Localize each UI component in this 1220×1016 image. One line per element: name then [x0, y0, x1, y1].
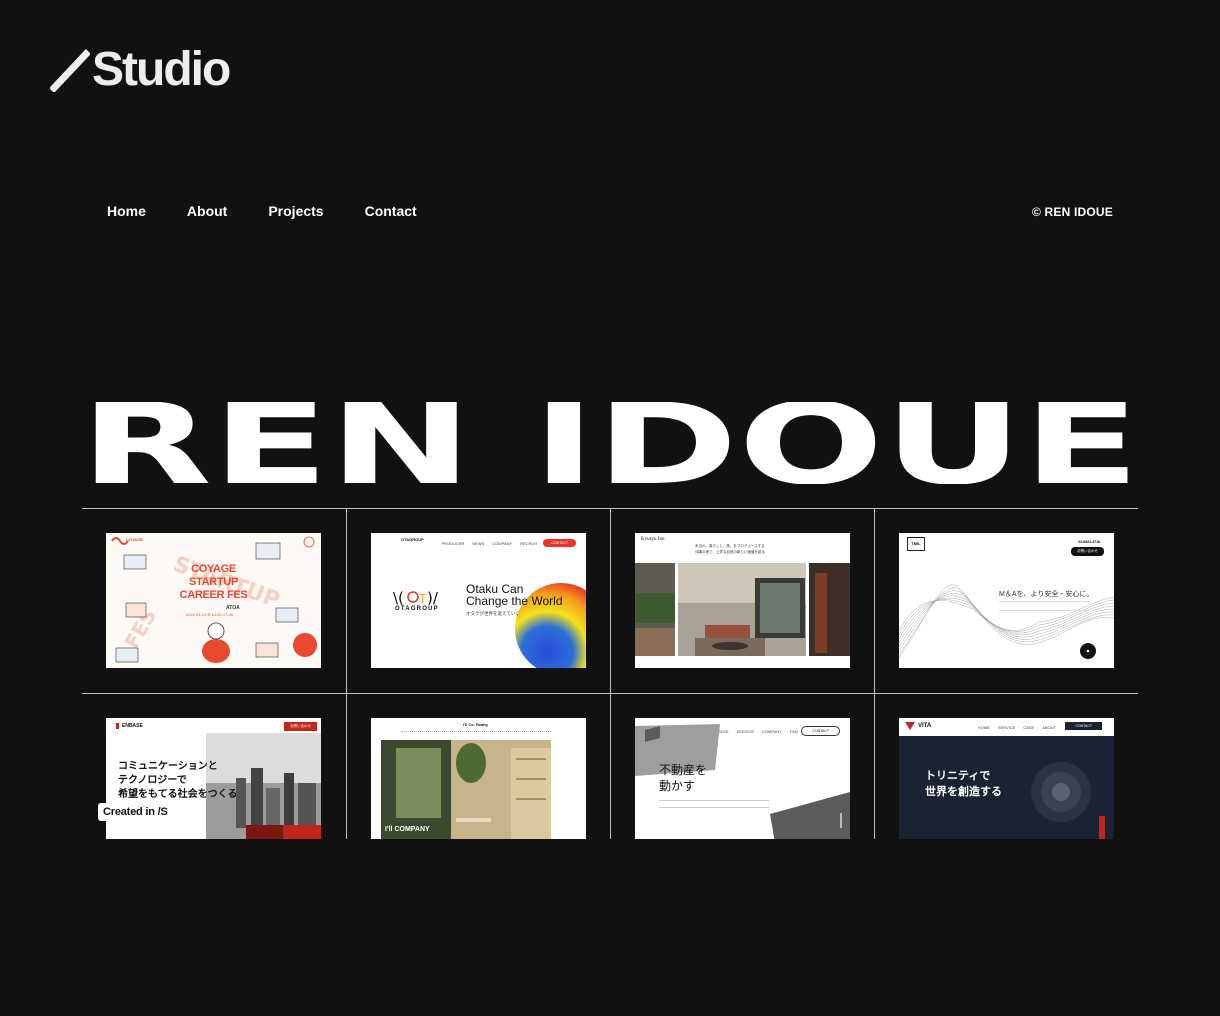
hero-title: REN IDOUE — [80, 402, 1140, 484]
vita-headline: トリニティで 世界を創造する — [925, 768, 1002, 800]
project-thumbnail[interactable]: I'll Co. Realty I'll COMPANY — [371, 718, 586, 839]
main-nav: Home About Projects Contact — [107, 203, 417, 219]
project-card-ill-company[interactable]: I'll Co. Realty I'll COMPANY — [346, 694, 610, 839]
enbase-headline: コミュニケーションと テクノロジーで 希望をもてる社会をつくる — [118, 760, 237, 802]
headline-line: 不動産を — [659, 763, 708, 777]
coyage-title-line: COYAGE — [191, 563, 236, 575]
coyage-title-line: STARTUP — [188, 576, 239, 588]
svg-text:\(: \( — [393, 589, 404, 607]
created-in-studio-badge[interactable]: Created in /S — [98, 803, 173, 821]
office-photo — [381, 740, 551, 839]
coyage-title: COYAGE STARTUP CAREER FES — [106, 563, 321, 602]
logo-text: Studio — [92, 43, 231, 96]
project-row: ENBASE お問い合わせ コミュニケーションと テクノロジーで 希望をもてる社… — [82, 694, 1138, 839]
coyage-sponsor: ATOA — [226, 605, 240, 611]
svg-text:T: T — [418, 592, 427, 606]
slash-logo-icon — [50, 48, 90, 92]
nav-link-projects[interactable]: Projects — [268, 203, 323, 219]
headline-line: 世界を創造する — [925, 786, 1002, 798]
project-thumbnail[interactable]: VITA HOME SERVICE CASE ABOUT CONTACT トリニ… — [899, 718, 1114, 839]
headline-line: トリニティで — [925, 770, 991, 782]
headline-line: 希望をもてる社会をつくる — [118, 789, 238, 800]
copyright-text: © REN IDOUE — [1031, 205, 1113, 219]
headline-line: Change the World — [466, 594, 563, 608]
ill-caption: I'll COMPANY — [385, 826, 430, 833]
coyage-title-line: CAREER FES — [179, 589, 248, 601]
realestate-body — [659, 800, 769, 808]
project-card-coyage[interactable]: STARTUP FES COYAGE STARTUP CAREER FES CO… — [82, 509, 346, 693]
headline-line: 動かす — [659, 779, 696, 793]
otagroup-logo-text: OTAGROUP — [395, 606, 439, 612]
project-card-tmil[interactable]: TMIL 03-6824-3716 お問い合わせ M＆Aを、より安全・安心に。 — [874, 509, 1138, 693]
tmil-headline: M＆Aを、より安全・安心に。 — [999, 591, 1094, 598]
project-thumbnail[interactable]: ADVANTAGE SERVICE COMPANY FAQ CONTACT 不動… — [635, 718, 850, 839]
project-card-kyusyu-inn[interactable]: Kyusyu Inn 本当の、暮らしと、旅、をプロデュースする 沖縄の地で、上質… — [610, 509, 874, 693]
nav-link-contact[interactable]: Contact — [365, 203, 417, 219]
project-grid: STARTUP FES COYAGE STARTUP CAREER FES CO… — [82, 508, 1138, 839]
project-thumbnail[interactable]: Kyusyu Inn 本当の、暮らしと、旅、をプロデュースする 沖縄の地で、上質… — [635, 533, 850, 668]
project-card-vita[interactable]: VITA HOME SERVICE CASE ABOUT CONTACT トリニ… — [874, 694, 1138, 839]
interior-photos — [635, 563, 850, 656]
project-row: STARTUP FES COYAGE STARTUP CAREER FES CO… — [82, 509, 1138, 694]
project-thumbnail[interactable]: TMIL 03-6824-3716 お問い合わせ M＆Aを、より安全・安心に。 — [899, 533, 1114, 668]
studio-logo[interactable]: Studio — [50, 42, 231, 97]
project-thumbnail[interactable]: STARTUP FES COYAGE STARTUP CAREER FES CO… — [106, 533, 321, 668]
tmil-body-lines — [999, 601, 1089, 611]
nav-link-home[interactable]: Home — [107, 203, 146, 219]
realestate-headline: 不動産を 動かす — [659, 762, 707, 794]
hero-title-text: REN IDOUE — [80, 402, 1140, 484]
project-thumbnail[interactable]: OTAGROUP PRODUCER NEWS COMPANY RECRUIT C… — [371, 533, 586, 668]
coyage-date: 2024.04.24 ⊕ 14:00-17:30 — [186, 612, 233, 617]
otagroup-headline: Otaku Can Change the World — [466, 583, 563, 607]
nav-link-about[interactable]: About — [187, 203, 227, 219]
otagroup-sub: オタクが世界を変えていく — [466, 611, 520, 616]
headline-line: テクノロジーで — [118, 775, 187, 786]
project-card-otagroup[interactable]: OTAGROUP PRODUCER NEWS COMPANY RECRUIT C… — [346, 509, 610, 693]
headline-line: コミュニケーションと — [118, 761, 218, 772]
coyage-brand: COYAGE — [126, 537, 143, 542]
project-card-real-estate[interactable]: ADVANTAGE SERVICE COMPANY FAQ CONTACT 不動… — [610, 694, 874, 839]
svg-text:)/: )/ — [427, 589, 439, 607]
